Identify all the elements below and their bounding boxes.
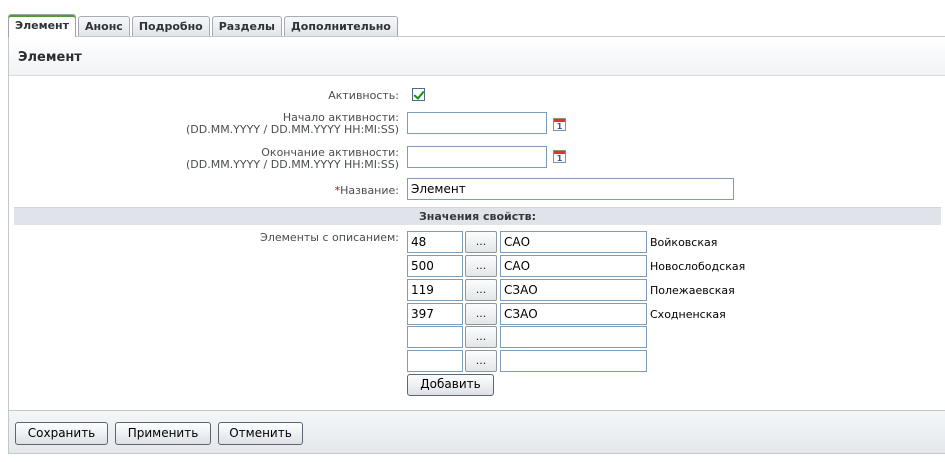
tab-detail[interactable]: Подробно [131,16,210,37]
end-date-input[interactable] [407,146,547,168]
property-id-input[interactable] [407,303,463,325]
property-desc-input[interactable] [500,350,647,372]
active-label: Активность: [328,89,399,102]
browse-button[interactable]: ... [465,350,497,372]
property-id-input[interactable] [407,326,463,348]
name-input[interactable] [407,178,734,200]
footer-bar: Сохранить Применить Отменить [8,410,945,454]
tab-sections[interactable]: Разделы [211,16,282,37]
property-desc-input[interactable] [500,255,647,277]
browse-button[interactable]: ... [465,326,497,348]
properties-section-header: Значения свойств: [14,207,941,225]
calendar-icon[interactable]: 1 [553,118,566,131]
tab-element[interactable]: Элемент [8,14,77,37]
browse-button[interactable]: ... [465,303,497,325]
property-desc-input[interactable] [500,326,647,348]
tab-additional[interactable]: Дополнительно [283,16,398,37]
start-date-input[interactable] [407,112,547,134]
property-item-name: Новослободская [650,260,746,273]
property-desc-input[interactable] [500,303,647,325]
property-desc-input[interactable] [500,279,647,301]
browse-button[interactable]: ... [465,231,497,253]
active-checkbox[interactable] [412,88,425,101]
tab-bar: Элемент Анонс Подробно Разделы Дополните… [8,14,400,37]
property-item-name: Полежаевская [650,284,735,297]
browse-button[interactable]: ... [465,255,497,277]
name-label-text: Название: [340,184,399,197]
calendar-icon[interactable]: 1 [553,150,566,163]
property-id-input[interactable] [407,279,463,301]
tab-preview[interactable]: Анонс [78,16,130,37]
save-button[interactable]: Сохранить [15,422,108,445]
name-label: *Название: [19,184,399,197]
property-desc-input[interactable] [500,231,647,253]
browse-button[interactable]: ... [465,279,497,301]
edit-panel: Элемент Активность: Начало активности: (… [8,36,945,411]
start-date-format: (DD.MM.YYYY / DD.MM.YYYY HH:MI:SS) [185,123,399,136]
apply-button[interactable]: Применить [115,422,211,445]
elements-label: Элементы с описанием: [260,231,399,244]
property-id-input[interactable] [407,350,463,372]
add-button[interactable]: Добавить [407,374,494,396]
end-date-format: (DD.MM.YYYY / DD.MM.YYYY HH:MI:SS) [185,158,399,171]
property-id-input[interactable] [407,231,463,253]
cancel-button[interactable]: Отменить [218,422,303,445]
property-id-input[interactable] [407,255,463,277]
property-item-name: Войковская [650,236,718,249]
panel-title: Элемент [9,37,945,76]
property-item-name: Сходненская [650,308,726,321]
